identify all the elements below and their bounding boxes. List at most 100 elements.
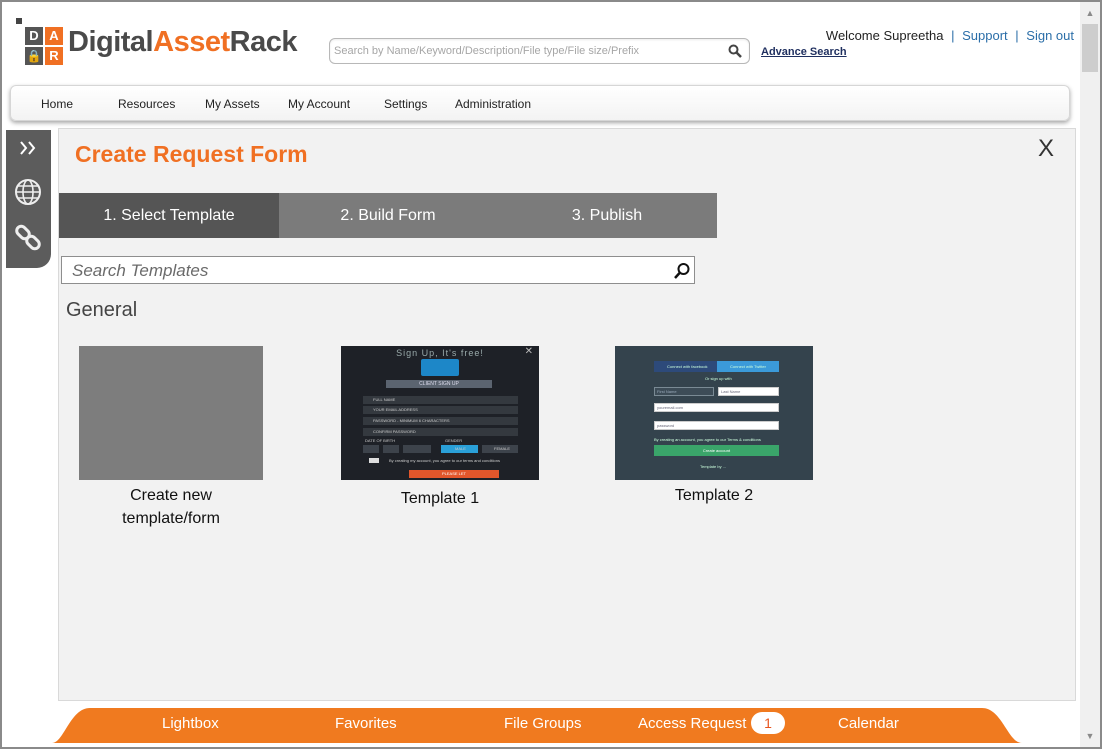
- dock-item-favorites[interactable]: Favorites: [335, 715, 397, 732]
- or-label: Or sign up with: [705, 376, 732, 381]
- nav-item-settings[interactable]: Settings: [384, 97, 427, 111]
- step-publish[interactable]: 3. Publish: [497, 193, 717, 238]
- search-icon[interactable]: [727, 43, 743, 59]
- field-label: password: [657, 423, 675, 428]
- card-caption-line: template/form: [122, 510, 220, 527]
- user-plus-icon: [421, 359, 459, 376]
- preview-field-label: YOUR EMAIL ADDRESS: [373, 407, 418, 412]
- field-label: youremail.com: [657, 405, 684, 410]
- email-field: youremail.com: [654, 403, 779, 412]
- globe-icon[interactable]: [12, 176, 44, 208]
- preview-female-option: FEMALE: [482, 445, 518, 453]
- step-build-form[interactable]: 2. Build Form: [279, 193, 497, 238]
- template-search-box: [61, 256, 695, 284]
- agree-text: By creating an account, you agree to our…: [654, 437, 761, 442]
- step-select-template[interactable]: 1. Select Template: [59, 193, 279, 238]
- preview-select: [403, 445, 431, 453]
- preview-select: [363, 445, 379, 453]
- nav-item-home[interactable]: Home: [41, 97, 73, 111]
- nav-item-resources[interactable]: Resources: [118, 97, 175, 111]
- close-icon: ✕: [524, 346, 533, 357]
- preview-field-label: CONFIRM PASSWORD: [373, 429, 416, 434]
- page-title: Create Request Form: [75, 141, 308, 167]
- nav-item-my-assets[interactable]: My Assets: [205, 97, 260, 111]
- signout-link[interactable]: Sign out: [1026, 28, 1074, 43]
- create-account-button: Create account: [654, 445, 779, 456]
- last-name-field: Last Name: [718, 387, 779, 396]
- access-request-count-badge: 1: [751, 712, 785, 734]
- field-label: First Name: [657, 389, 677, 394]
- blank-template-thumbnail: [79, 346, 263, 480]
- preview-select: [383, 445, 399, 453]
- brand-name-digital: Digital: [68, 26, 154, 58]
- separator: |: [951, 28, 955, 43]
- preview-dropdown-label: CLIENT SIGN UP: [419, 381, 459, 387]
- first-name-field: First Name: [654, 387, 714, 396]
- logo-tile-r: R: [45, 47, 63, 65]
- card-caption: Create new template/form: [79, 484, 263, 530]
- preview-male-label: MALE: [455, 446, 466, 451]
- section-label-general: General: [66, 299, 138, 321]
- preview-gender-label: GENDER: [445, 438, 463, 443]
- button-label: Create account: [702, 448, 731, 453]
- dock-item-access-request[interactable]: Access Request: [638, 715, 746, 732]
- preview-title: Sign Up, It's free!: [396, 348, 484, 358]
- wizard-steps: 1. Select Template 2. Build Form 3. Publ…: [59, 193, 717, 238]
- nav-item-my-account[interactable]: My Account: [288, 97, 350, 111]
- facebook-button: Connect with facebook: [654, 361, 717, 372]
- template-1-card[interactable]: Sign Up, It's free! ✕ CLIENT SIGN UP FUL…: [341, 346, 539, 511]
- dock-item-calendar[interactable]: Calendar: [838, 715, 899, 732]
- vertical-scrollbar[interactable]: ▲ ▼: [1080, 2, 1100, 747]
- template-2-thumbnail: Connect with facebook Connect with Twitt…: [615, 346, 813, 480]
- brand-wordmark: DigitalAssetRack: [68, 26, 297, 59]
- nav-item-administration[interactable]: Administration: [455, 97, 531, 111]
- preview-field-label: FULL NAME: [373, 397, 396, 402]
- brand-logo[interactable]: D A 🔒 R DigitalAssetRack: [16, 18, 316, 72]
- card-caption: Template 1: [400, 490, 480, 507]
- card-caption: Template 2: [674, 487, 754, 504]
- global-search-box: [329, 38, 750, 64]
- user-links: Welcome Supreetha | Support | Sign out: [826, 28, 1074, 43]
- separator: |: [1015, 28, 1019, 43]
- create-new-template-card[interactable]: Create new template/form: [79, 346, 263, 531]
- template-2-card[interactable]: Connect with facebook Connect with Twitt…: [615, 346, 813, 511]
- card-caption-line: Create new: [130, 487, 212, 504]
- facebook-label: Connect with facebook: [667, 364, 708, 369]
- scroll-up-icon[interactable]: ▲: [1080, 4, 1100, 22]
- preview-submit-button: PLEASE LET: [409, 470, 499, 478]
- preview-male-option: MALE: [441, 445, 478, 453]
- support-link[interactable]: Support: [962, 28, 1008, 43]
- preview-field: CONFIRM PASSWORD: [363, 428, 518, 436]
- preview-checkbox: [369, 458, 379, 463]
- twitter-label: Connect with Twitter: [730, 364, 766, 369]
- welcome-text: Welcome Supreetha: [825, 28, 944, 43]
- preview-field: YOUR EMAIL ADDRESS: [363, 406, 518, 414]
- dock-item-file-groups[interactable]: File Groups: [504, 715, 582, 732]
- logo-tile-a: A: [45, 27, 63, 45]
- advance-search-link[interactable]: Advance Search: [761, 46, 847, 58]
- preview-button-label: PLEASE LET: [441, 471, 466, 476]
- preview-dob-label: DATE OF BIRTH: [365, 438, 396, 443]
- close-button[interactable]: X: [1038, 135, 1054, 163]
- main-nav: Home Resources My Assets My Account Sett…: [10, 85, 1070, 121]
- global-search-input[interactable]: [334, 42, 714, 60]
- expand-icon[interactable]: [12, 132, 44, 164]
- preview-footer: Template by ...: [700, 464, 727, 469]
- brand-name-rack: Rack: [229, 26, 298, 58]
- preview-field: PASSWORD - MINIMUM 6 CHARACTERS: [363, 417, 518, 425]
- preview-female-label: FEMALE: [494, 446, 511, 451]
- logo-tile-d: D: [25, 27, 43, 45]
- template-1-thumbnail: Sign Up, It's free! ✕ CLIENT SIGN UP FUL…: [341, 346, 539, 480]
- side-toolbar: [6, 130, 51, 268]
- preview-field: FULL NAME: [363, 396, 518, 404]
- scrollbar-thumb[interactable]: [1082, 24, 1098, 72]
- preview-field-label: PASSWORD - MINIMUM 6 CHARACTERS: [373, 418, 450, 423]
- search-icon[interactable]: [672, 261, 692, 281]
- scroll-down-icon[interactable]: ▼: [1080, 727, 1100, 745]
- dock-item-lightbox[interactable]: Lightbox: [162, 715, 219, 732]
- field-label: Last Name: [721, 389, 741, 394]
- template-search-input[interactable]: [72, 260, 662, 282]
- link-icon[interactable]: [12, 222, 44, 254]
- logo-dot: [16, 18, 22, 24]
- twitter-button: Connect with Twitter: [717, 361, 779, 372]
